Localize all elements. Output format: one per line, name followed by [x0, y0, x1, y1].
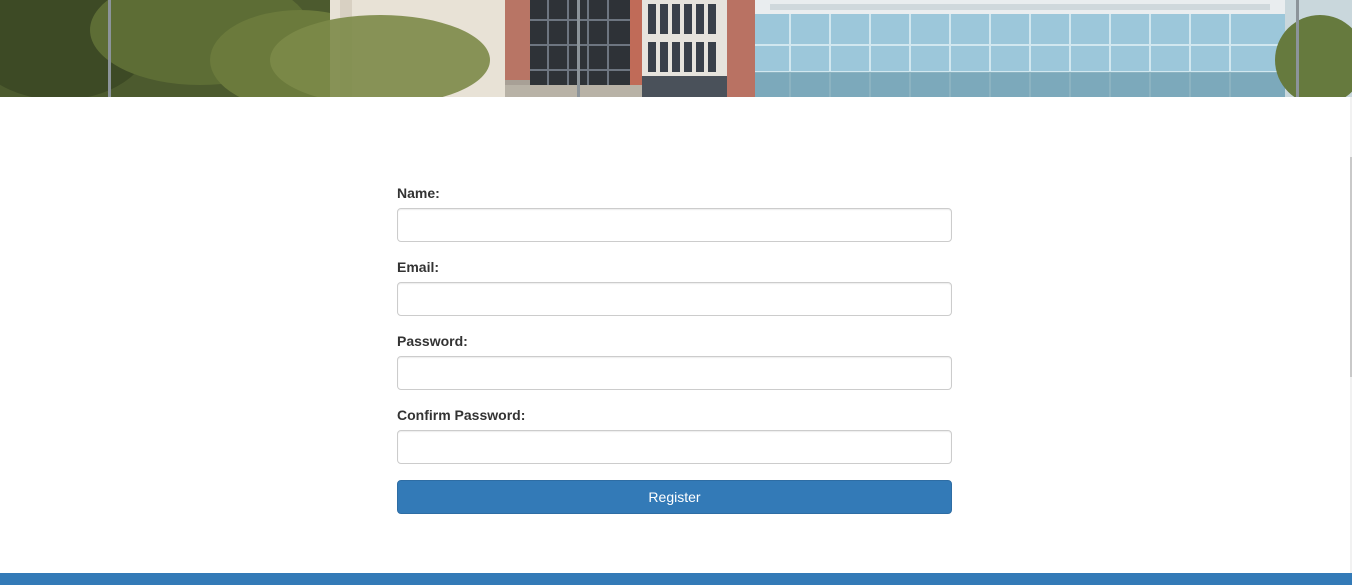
- email-input[interactable]: [397, 282, 952, 316]
- campus-photo: [0, 0, 1352, 97]
- name-input[interactable]: [397, 208, 952, 242]
- footer-bar: [0, 573, 1352, 585]
- password-label: Password:: [397, 333, 468, 349]
- name-label: Name:: [397, 185, 440, 201]
- confirm-password-input[interactable]: [397, 430, 952, 464]
- confirm-password-label: Confirm Password:: [397, 407, 526, 423]
- register-form: Name: Email: Password: Confirm Password:…: [397, 184, 952, 514]
- password-field-group: Password:: [397, 332, 952, 390]
- password-input[interactable]: [397, 356, 952, 390]
- register-button[interactable]: Register: [397, 480, 952, 514]
- email-label: Email:: [397, 259, 440, 275]
- email-field-group: Email:: [397, 258, 952, 316]
- confirm-password-field-group: Confirm Password:: [397, 406, 952, 464]
- name-field-group: Name:: [397, 184, 952, 242]
- header-banner-image: [0, 0, 1352, 97]
